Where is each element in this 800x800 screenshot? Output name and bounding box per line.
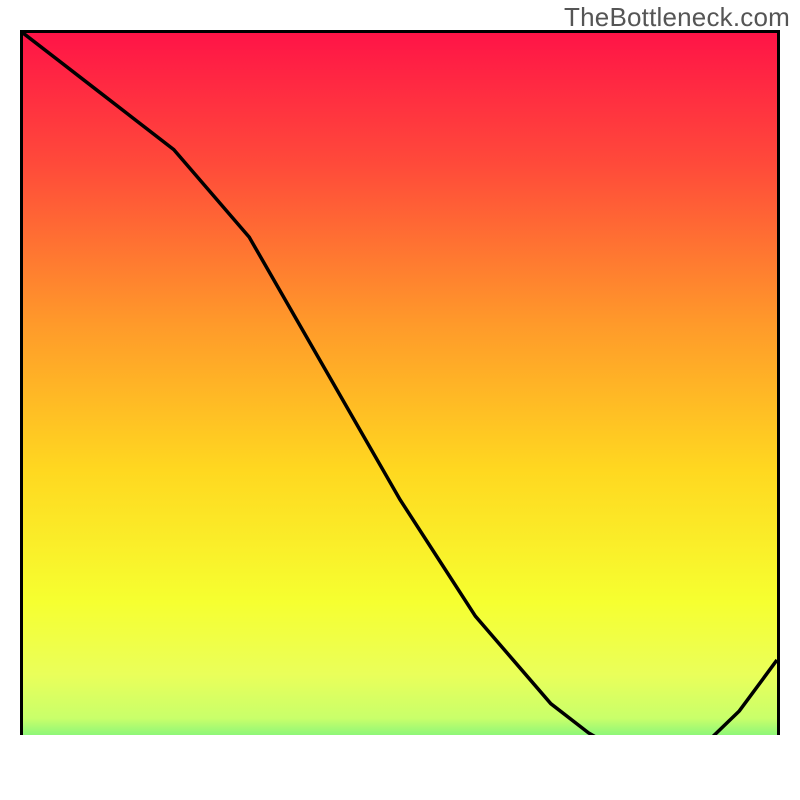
bottleneck-curve-path — [23, 33, 777, 762]
page-title: Bottleneck curve — [0, 0, 1, 1]
bottleneck-curve — [23, 33, 777, 762]
axis-area — [20, 735, 780, 770]
watermark-label: TheBottleneck.com — [564, 2, 790, 33]
plot-area — [20, 30, 780, 765]
bottleneck-chart-container: Bottleneck curve TheBottleneck.com — [0, 0, 800, 800]
